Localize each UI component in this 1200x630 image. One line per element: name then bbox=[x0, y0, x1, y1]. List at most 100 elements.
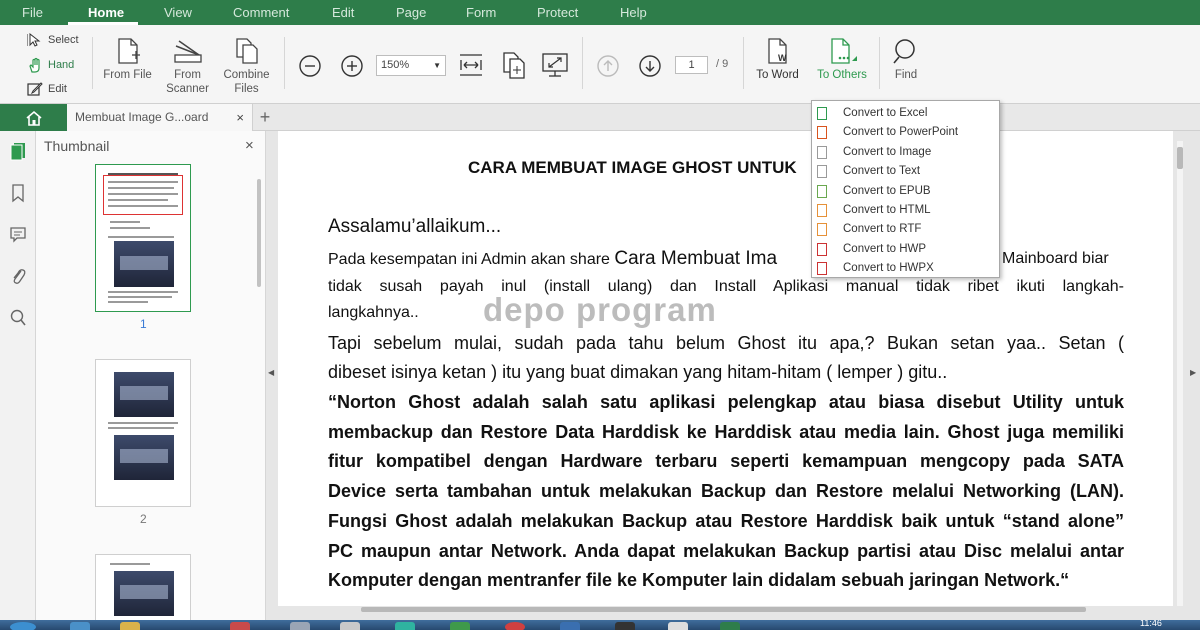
close-icon[interactable]: × bbox=[245, 137, 254, 154]
select-tool[interactable]: Select bbox=[27, 33, 79, 47]
page-current: 1 bbox=[688, 59, 695, 71]
bookmark-icon[interactable] bbox=[9, 183, 27, 203]
horizontal-scrollbar[interactable] bbox=[361, 607, 1086, 612]
word-file-icon: W bbox=[767, 38, 787, 64]
hand-tool[interactable]: Hand bbox=[27, 57, 74, 73]
home-tab[interactable] bbox=[0, 104, 67, 131]
zoom-in-icon[interactable] bbox=[340, 54, 364, 78]
search-icon[interactable] bbox=[9, 308, 27, 328]
excel-file-icon bbox=[817, 107, 827, 120]
menu-edit[interactable]: Edit bbox=[332, 0, 354, 25]
next-page-icon[interactable] bbox=[638, 54, 662, 78]
convert-to-powerpoint[interactable]: Convert to PowerPoint bbox=[812, 123, 999, 142]
from-scanner-button[interactable]: From Scanner bbox=[160, 37, 215, 96]
taskbar-app-icon[interactable] bbox=[120, 622, 140, 630]
ribbon-toolbar: Select Hand Edit From File From Scanner … bbox=[0, 25, 1200, 104]
combine-files-button[interactable]: Combine Files bbox=[219, 37, 274, 96]
ribbon-separator bbox=[92, 37, 93, 89]
new-tab-button[interactable]: + bbox=[256, 104, 274, 131]
menu-help[interactable]: Help bbox=[620, 0, 647, 25]
taskbar: 11:46 bbox=[0, 620, 1200, 630]
convert-to-hwp[interactable]: Convert to HWP bbox=[812, 240, 999, 259]
chevron-down-icon: ▼ bbox=[433, 61, 441, 70]
rtf-file-icon bbox=[817, 223, 827, 237]
cursor-icon bbox=[27, 33, 41, 47]
text-file-icon bbox=[817, 165, 827, 179]
paragraph-1-line-3: langkahnya.. bbox=[328, 304, 419, 321]
find-button[interactable]: Find bbox=[886, 37, 926, 82]
find-label: Find bbox=[894, 69, 918, 81]
ribbon-separator bbox=[743, 37, 744, 89]
taskbar-app-icon[interactable] bbox=[560, 622, 580, 630]
taskbar-app-icon[interactable] bbox=[290, 622, 310, 630]
to-word-label: To Word bbox=[756, 69, 799, 81]
menu-view[interactable]: View bbox=[164, 0, 192, 25]
taskbar-app-icon[interactable] bbox=[720, 622, 740, 630]
convert-to-epub[interactable]: Convert to EPUB bbox=[812, 182, 999, 201]
left-sidebar bbox=[0, 131, 36, 620]
paragraph-2-line-1: Tapi sebelum mulai, sudah pada tahu belu… bbox=[328, 333, 1124, 353]
taskbar-app-icon[interactable] bbox=[340, 622, 360, 630]
to-word-button[interactable]: W To Word bbox=[750, 37, 805, 82]
comment-icon[interactable] bbox=[9, 225, 27, 245]
vertical-scrollbar[interactable] bbox=[1177, 141, 1183, 606]
menu-file[interactable]: File bbox=[22, 0, 43, 25]
document-page: CARA MEMBUAT IMAGE GHOST UNTUK Assalamu’… bbox=[278, 131, 1173, 606]
convert-to-hwpx[interactable]: Convert to HWPX bbox=[812, 259, 999, 278]
taskbar-app-icon[interactable] bbox=[505, 622, 525, 630]
ribbon-separator bbox=[582, 37, 583, 89]
edit-tool[interactable]: Edit bbox=[27, 81, 67, 97]
previous-page-icon[interactable] bbox=[596, 54, 620, 78]
convert-to-image[interactable]: Convert to Image bbox=[812, 143, 999, 162]
convert-file-icon bbox=[831, 38, 857, 64]
convert-to-html[interactable]: Convert to HTML bbox=[812, 201, 999, 220]
taskbar-app-icon[interactable] bbox=[395, 622, 415, 630]
document-viewer: ◀ CARA MEMBUAT IMAGE GHOST UNTUK Assalam… bbox=[266, 131, 1200, 620]
collapse-left-icon[interactable]: ◀ bbox=[268, 368, 274, 377]
document-title: CARA MEMBUAT IMAGE GHOST UNTUK bbox=[468, 158, 797, 177]
collapse-right-icon[interactable]: ▶ bbox=[1190, 368, 1196, 377]
taskbar-app-icon[interactable] bbox=[70, 622, 90, 630]
zoom-value: 150% bbox=[381, 59, 410, 71]
from-file-button[interactable]: From File bbox=[100, 37, 155, 82]
menu-page[interactable]: Page bbox=[396, 0, 426, 25]
page-thumbnail-1[interactable] bbox=[95, 164, 191, 312]
fullscreen-icon[interactable] bbox=[541, 52, 569, 78]
hwp-file-icon bbox=[817, 242, 827, 256]
taskbar-app-icon[interactable] bbox=[450, 622, 470, 630]
to-others-button[interactable]: To Others bbox=[810, 37, 874, 82]
page-thumbnail-2[interactable] bbox=[95, 359, 191, 507]
thumbnails-icon[interactable] bbox=[9, 141, 27, 161]
quote-line-3: fitur kompatibel dengan Hardware terbaru… bbox=[328, 451, 1124, 471]
document-greeting: Assalamu’allaikum... bbox=[328, 216, 502, 237]
start-button[interactable] bbox=[10, 622, 36, 630]
edit-icon bbox=[27, 82, 43, 96]
from-scanner-label-2: Scanner bbox=[166, 83, 209, 95]
taskbar-app-icon[interactable] bbox=[615, 622, 635, 630]
zoom-out-icon[interactable] bbox=[298, 54, 322, 78]
convert-to-excel[interactable]: Convert to Excel bbox=[812, 104, 999, 123]
zoom-select[interactable]: 150% ▼ bbox=[376, 55, 446, 76]
edit-label: Edit bbox=[48, 83, 67, 95]
menu-protect[interactable]: Protect bbox=[537, 0, 578, 25]
document-tab[interactable]: Membuat Image G...oard × bbox=[67, 104, 253, 131]
taskbar-app-icon[interactable] bbox=[230, 622, 250, 630]
convert-to-text[interactable]: Convert to Text bbox=[812, 162, 999, 181]
attachment-icon[interactable] bbox=[9, 266, 27, 286]
taskbar-clock: 11:46 bbox=[1140, 620, 1162, 628]
quote-line-1: “Norton Ghost adalah salah satu aplikasi… bbox=[328, 392, 1124, 412]
menu-form[interactable]: Form bbox=[466, 0, 496, 25]
thumbnail-scrollbar[interactable] bbox=[257, 179, 261, 287]
page-layout-icon[interactable] bbox=[500, 50, 526, 80]
to-others-label: To Others bbox=[817, 69, 867, 81]
menu-comment[interactable]: Comment bbox=[233, 0, 289, 25]
taskbar-app-icon[interactable] bbox=[668, 622, 688, 630]
page-thumbnail-3[interactable] bbox=[95, 554, 191, 624]
close-icon[interactable]: × bbox=[236, 104, 244, 131]
menu-bar: File Home View Comment Edit Page Form Pr… bbox=[0, 0, 1200, 25]
convert-to-rtf[interactable]: Convert to RTF bbox=[812, 220, 999, 239]
page-number-input[interactable]: 1 bbox=[675, 56, 708, 74]
fit-width-icon[interactable] bbox=[458, 50, 484, 80]
ribbon-separator bbox=[879, 37, 880, 89]
convert-menu: Convert to Excel Convert to PowerPoint C… bbox=[811, 100, 1000, 278]
